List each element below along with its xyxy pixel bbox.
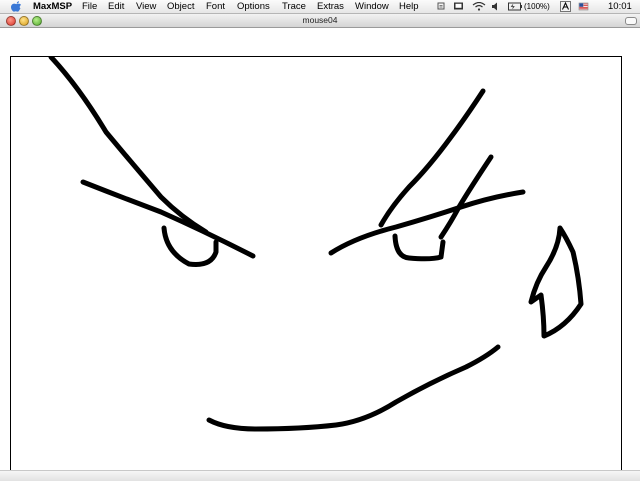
left-brow-stroke — [48, 57, 209, 235]
right-brow-stroke-2 — [438, 154, 494, 240]
right-shape-stroke — [528, 225, 584, 339]
right-brow-lower-stroke — [328, 189, 526, 256]
menu-object[interactable]: Object — [167, 0, 194, 13]
menubar: MaxMSP File Edit View Object Font Option… — [0, 0, 640, 14]
menu-file[interactable]: File — [82, 0, 97, 13]
menu-edit[interactable]: Edit — [108, 0, 124, 13]
display-icon[interactable] — [453, 2, 464, 11]
smile-stroke — [206, 344, 501, 432]
patcher-canvas[interactable] — [0, 28, 640, 484]
patcher-window: mouse04 — [0, 14, 640, 484]
menu-font[interactable]: Font — [206, 0, 225, 13]
apple-menu-icon[interactable] — [11, 1, 22, 12]
menu-window[interactable]: Window — [355, 0, 389, 13]
volume-icon[interactable] — [491, 2, 499, 11]
menu-options[interactable]: Options — [237, 0, 270, 13]
vertical-scroll-area[interactable] — [626, 56, 640, 484]
toolbar-toggle-button[interactable] — [625, 17, 637, 25]
menubar-clock[interactable]: 10:01 — [608, 0, 632, 13]
battery-icon[interactable] — [508, 2, 522, 11]
window-titlebar[interactable]: mouse04 — [0, 14, 640, 28]
lcd-drawing-area[interactable] — [10, 56, 622, 478]
window-title: mouse04 — [302, 15, 338, 25]
app-menu[interactable]: MaxMSP — [33, 0, 72, 13]
drawing-canvas[interactable] — [11, 57, 621, 477]
wifi-icon[interactable] — [472, 2, 486, 11]
menu-extras[interactable]: Extras — [317, 0, 344, 13]
right-eye-stroke — [392, 233, 446, 262]
menu-help[interactable]: Help — [399, 0, 419, 13]
horizontal-scrollbar[interactable] — [0, 470, 640, 481]
menu-trace[interactable]: Trace — [282, 0, 306, 13]
flag-icon[interactable] — [578, 2, 589, 11]
input-menu-icon[interactable] — [560, 1, 571, 12]
battery-percentage: (100%) — [524, 2, 550, 11]
menu-view[interactable]: View — [136, 0, 156, 13]
script-icon[interactable] — [436, 2, 446, 11]
